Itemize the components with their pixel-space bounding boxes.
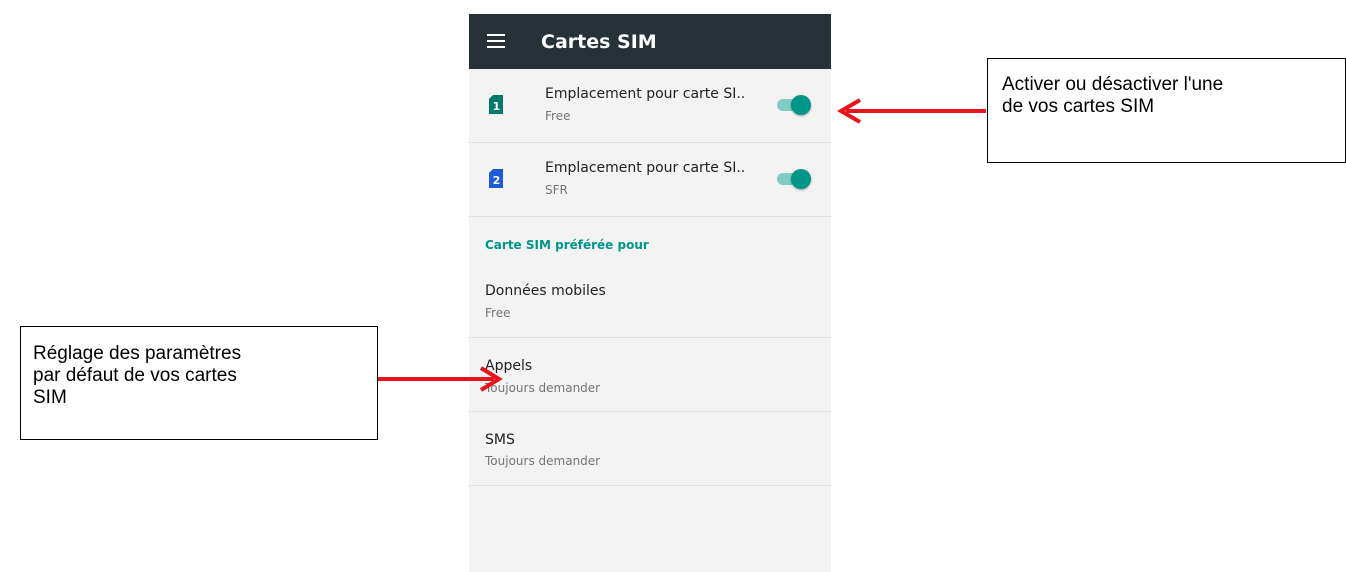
preference-sms-title: SMS [485,432,515,448]
preference-calls-value: Toujours demander [485,381,601,395]
sim-slot-1-row[interactable]: 1 Emplacement pour carte SI.. Free [469,69,831,143]
svg-text:1: 1 [493,100,501,113]
preference-calls-title: Appels [485,358,533,374]
callout-right-line-2: de vos cartes SIM [1002,96,1155,117]
preference-mobile-data-title: Données mobiles [485,283,606,299]
sim-slot-1-operator: Free [545,109,571,123]
callout-left-line-2: par défaut de vos cartes [33,365,237,386]
page-title: Cartes SIM [541,31,657,53]
sim-slot-2-toggle[interactable] [777,169,811,189]
phone-screen: Cartes SIM 1 Emplacement pour carte SI..… [469,14,831,572]
preference-sms[interactable]: SMS Toujours demander [469,412,831,486]
callout-default-settings: Réglage des paramètres par défaut de vos… [20,326,378,440]
callout-toggle-sim: Activer ou désactiver l'une de vos carte… [987,58,1346,163]
sim-slot-1-toggle[interactable] [777,95,811,115]
app-bar: Cartes SIM [469,14,831,69]
callout-left-line-1: Réglage des paramètres [33,343,242,364]
callout-right-line-1: Activer ou désactiver l'une [1002,74,1224,95]
preferred-section-header: Carte SIM préférée pour [469,217,831,265]
sim-slot-2-operator: SFR [545,183,568,197]
preferred-section-label: Carte SIM préférée pour [485,238,649,252]
svg-text:2: 2 [493,174,501,187]
preference-mobile-data-value: Free [485,306,511,320]
sim-slot-2-title: Emplacement pour carte SI.. [545,160,746,176]
preference-calls[interactable]: Appels Toujours demander [469,338,831,412]
preference-mobile-data[interactable]: Données mobiles Free [469,265,831,338]
hamburger-menu-icon[interactable] [487,34,505,48]
arrow-to-toggle [837,98,986,124]
sim-slot-2-row[interactable]: 2 Emplacement pour carte SI.. SFR [469,143,831,217]
sim-card-2-icon: 2 [489,169,503,188]
sim-slot-1-title: Emplacement pour carte SI.. [545,86,746,102]
callout-left-line-3: SIM [33,387,67,408]
sim-card-1-icon: 1 [489,95,503,114]
preference-sms-value: Toujours demander [485,454,601,468]
